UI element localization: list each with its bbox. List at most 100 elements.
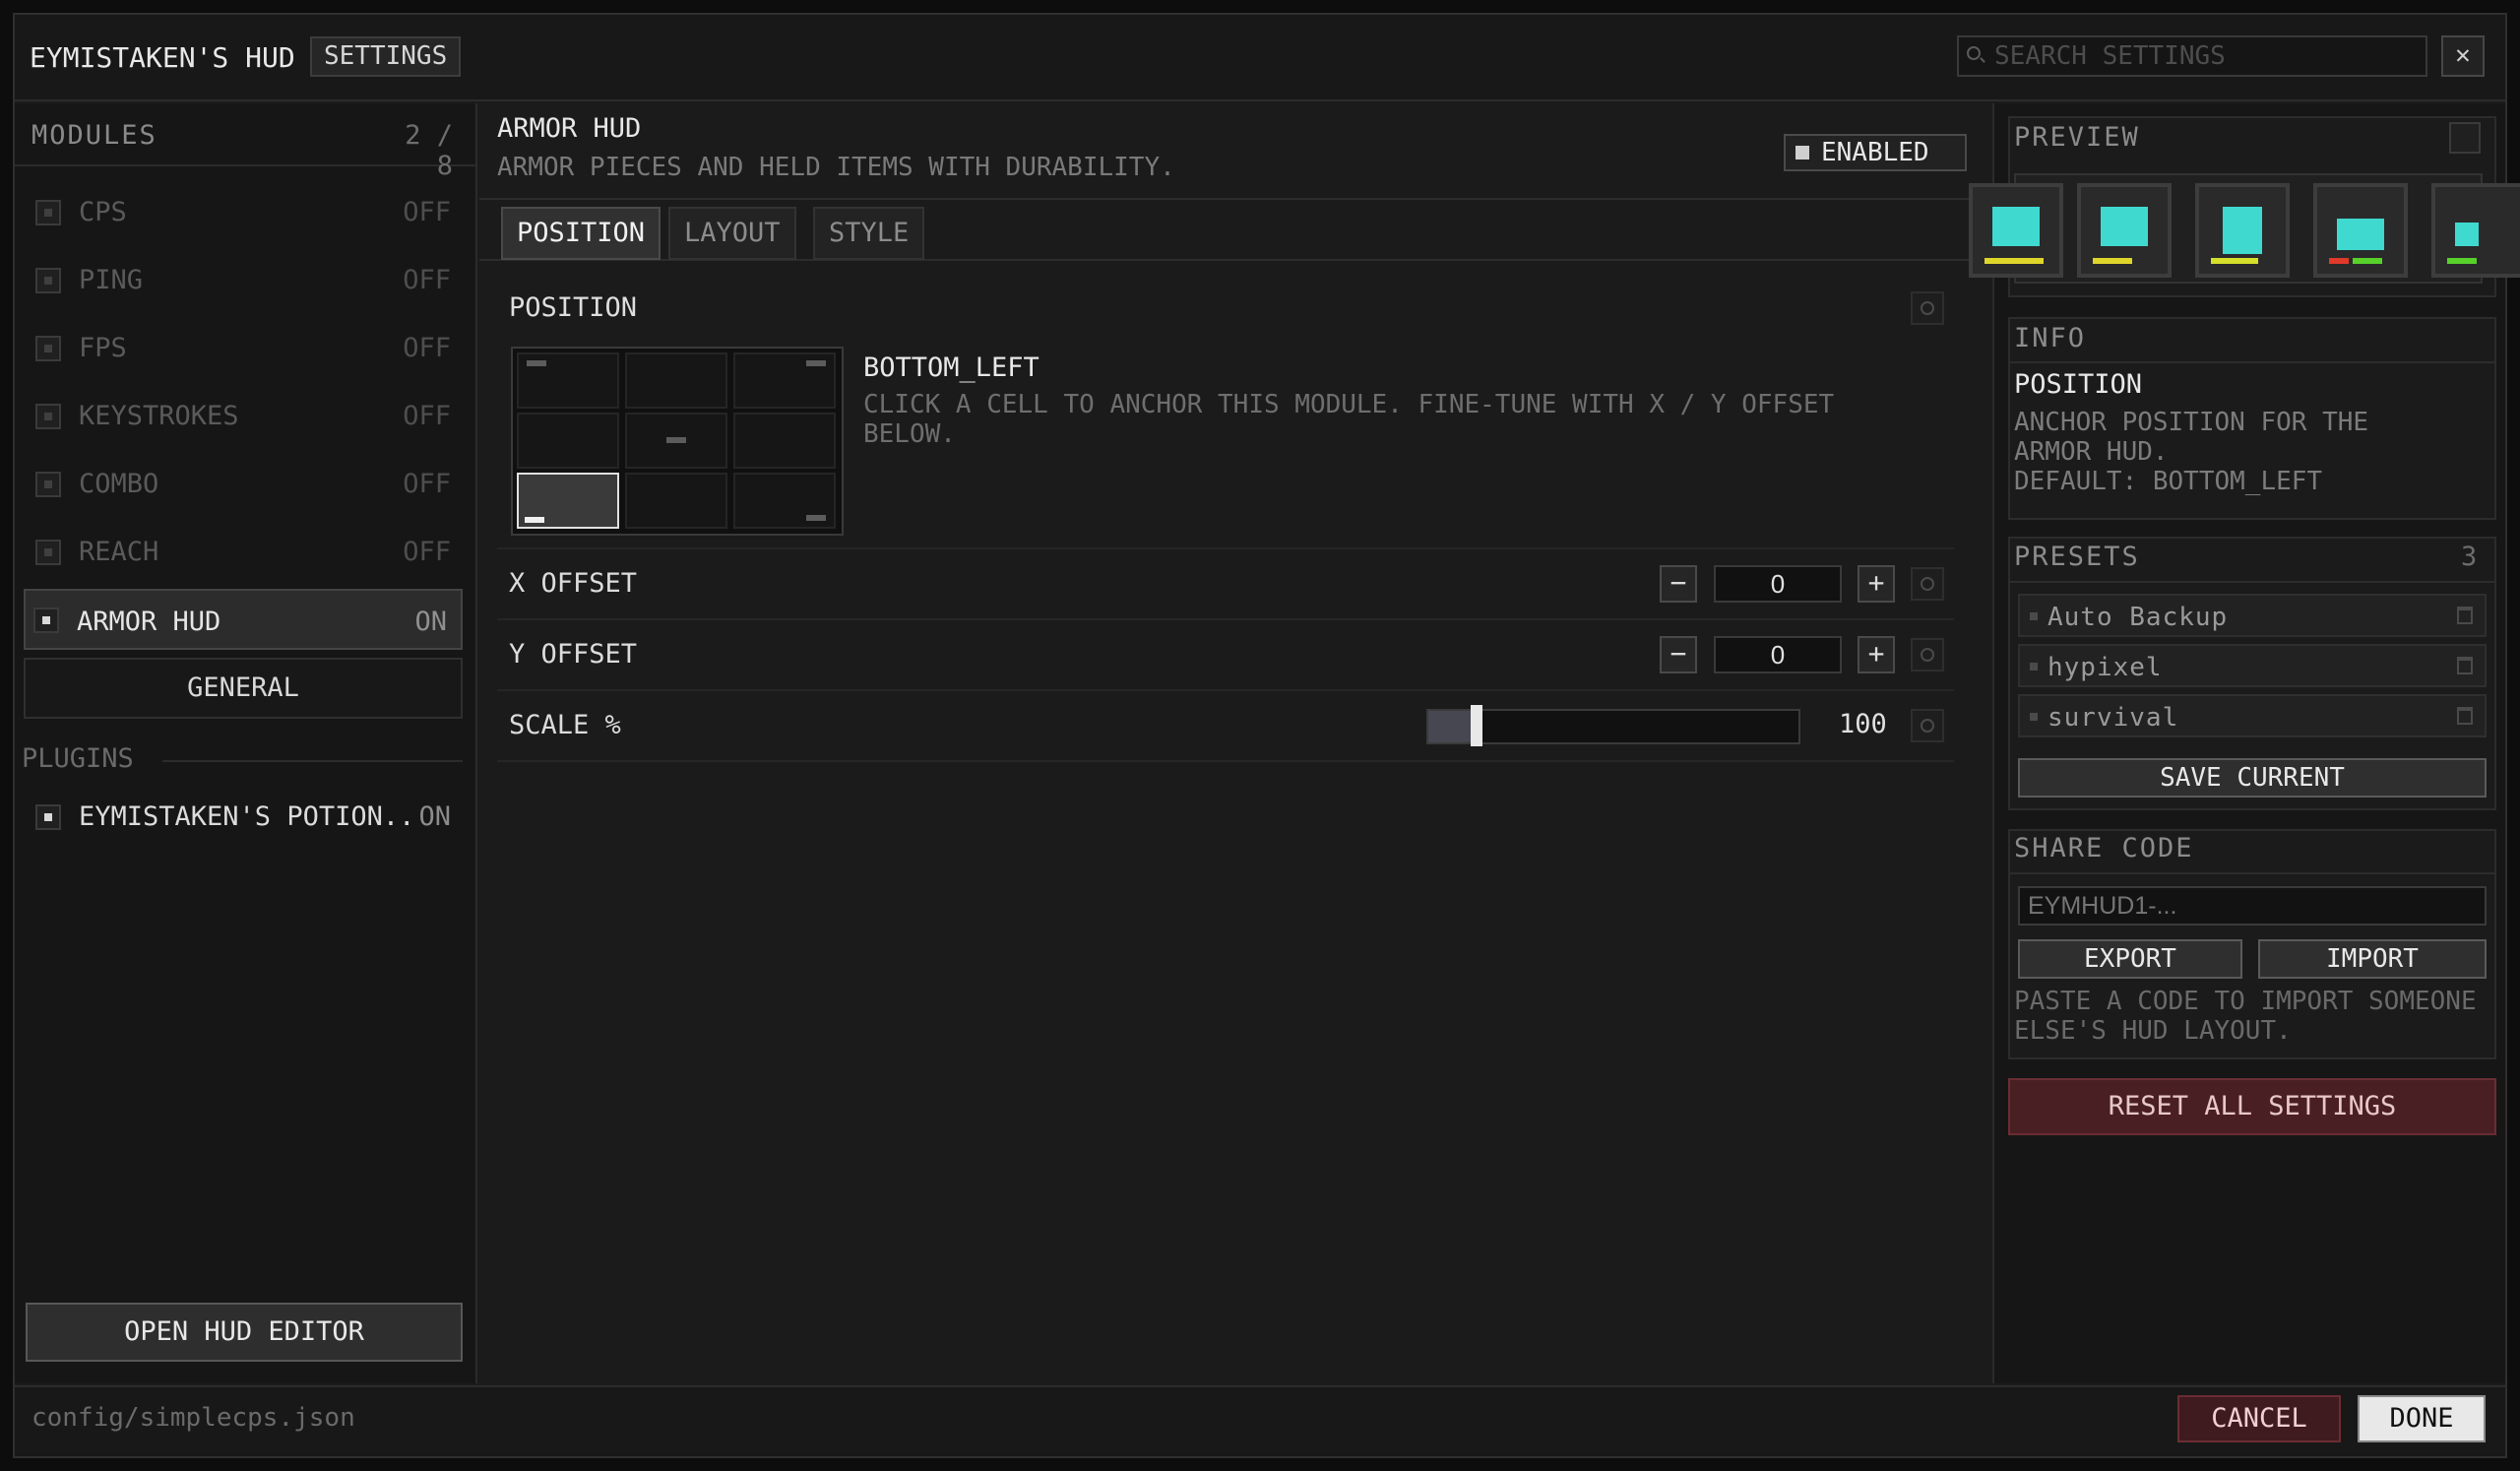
reset-position-icon[interactable] (1911, 291, 1944, 325)
anchor-cell-top-right[interactable] (733, 352, 836, 409)
divider (497, 760, 1954, 762)
divider (497, 689, 1954, 691)
close-button[interactable]: ✕ (2441, 35, 2485, 77)
share-code-input[interactable] (2018, 886, 2487, 926)
module-checkbox[interactable] (35, 472, 61, 497)
x-offset-decrement-button[interactable]: − (1660, 565, 1697, 603)
tab-layout[interactable]: LAYOUT (668, 207, 796, 260)
anchor-cell-top-left[interactable] (517, 352, 619, 409)
search-input[interactable] (1994, 37, 2426, 75)
armor-icon (1992, 207, 2040, 246)
cancel-button[interactable]: CANCEL (2177, 1395, 2341, 1442)
preview-slot-chestplate (2077, 183, 2172, 278)
sidebar-item-cps[interactable]: CPS OFF (28, 183, 465, 238)
position-section-title: POSITION (509, 292, 638, 323)
plugins-divider (162, 760, 463, 762)
preset-item[interactable]: survival (2018, 694, 2487, 737)
sidebar-item-label: COMBO (79, 469, 159, 499)
chestplate-icon (2101, 207, 2148, 246)
app-title: EYMISTAKEN'S HUD (30, 41, 295, 74)
scale-value: 100 (1839, 709, 1887, 739)
sidebar-item-state: ON (414, 607, 447, 637)
sidebar-item-state: OFF (403, 197, 451, 227)
module-checkbox[interactable] (35, 404, 61, 429)
sidebar-item-armor-hud[interactable]: ARMOR HUD ON (24, 589, 463, 650)
sidebar-item-label: FPS (79, 333, 127, 363)
preset-item[interactable]: Auto Backup (2018, 594, 2487, 637)
anchor-cell-bottom-center[interactable] (625, 473, 727, 529)
presets-title: PRESETS (2014, 542, 2140, 572)
x-offset-label: X OFFSET (509, 568, 638, 599)
module-checkbox[interactable] (35, 540, 61, 565)
save-current-button[interactable]: SAVE CURRENT (2018, 758, 2487, 798)
trash-icon[interactable] (2457, 607, 2473, 624)
plugin-item-potion[interactable]: EYMISTAKEN'S POTION.. ON (28, 788, 465, 843)
export-button[interactable]: EXPORT (2018, 939, 2242, 979)
scale-slider[interactable] (1426, 705, 1800, 746)
share-code-title: SHARE CODE (2014, 833, 2194, 863)
import-button[interactable]: IMPORT (2258, 939, 2487, 979)
sidebar-item-fps[interactable]: FPS OFF (28, 319, 465, 374)
general-button[interactable]: GENERAL (24, 658, 463, 719)
sidebar-item-ping[interactable]: PING OFF (28, 251, 465, 306)
done-button[interactable]: DONE (2358, 1395, 2486, 1442)
info-description: ANCHOR POSITION FOR THE ARMOR HUD. (2014, 408, 2369, 467)
preview-slot-leggings (2195, 183, 2290, 278)
reset-scale-icon[interactable] (1911, 709, 1944, 742)
reset-y-offset-icon[interactable] (1911, 638, 1944, 672)
search-box[interactable] (1957, 35, 2427, 77)
anchor-cell-middle-right[interactable] (733, 413, 836, 469)
sidebar-item-label: KEYSTROKES (79, 401, 239, 431)
enabled-toggle[interactable]: ENABLED (1784, 134, 1967, 171)
sword-icon (2455, 223, 2479, 246)
modules-title: MODULES (32, 120, 158, 151)
plugin-item-state: ON (418, 801, 451, 832)
module-checkbox[interactable] (33, 608, 59, 633)
reset-all-settings-button[interactable]: RESET ALL SETTINGS (2008, 1078, 2496, 1135)
armor-preview (1969, 173, 2520, 284)
tab-position[interactable]: POSITION (501, 207, 662, 260)
sidebar-item-reach[interactable]: REACH OFF (28, 523, 465, 578)
settings-tag: SETTINGS (310, 36, 462, 77)
module-header (479, 103, 1990, 200)
reset-x-offset-icon[interactable] (1911, 567, 1944, 601)
preset-name: Auto Backup (2048, 603, 2229, 632)
anchor-cell-bottom-right[interactable] (733, 473, 836, 529)
preset-name: survival (2048, 703, 2179, 733)
tab-style[interactable]: STYLE (813, 207, 925, 260)
y-offset-decrement-button[interactable]: − (1660, 636, 1697, 673)
open-hud-editor-button[interactable]: OPEN HUD EDITOR (26, 1303, 463, 1362)
sidebar-item-combo[interactable]: COMBO OFF (28, 455, 465, 510)
anchor-cell-middle-left[interactable] (517, 413, 619, 469)
info-heading: POSITION (2014, 369, 2143, 400)
x-offset-input[interactable] (1714, 565, 1842, 603)
anchor-cell-bottom-left[interactable] (517, 473, 619, 529)
info-text: ANCHOR POSITION FOR THE ARMOR HUD. DEFAU… (2014, 408, 2457, 496)
y-offset-input[interactable] (1714, 636, 1842, 673)
x-offset-increment-button[interactable]: + (1858, 565, 1895, 603)
module-name: ARMOR HUD (497, 113, 642, 144)
anchor-cell-center[interactable] (625, 413, 727, 469)
plugin-item-label: EYMISTAKEN'S POTION.. (79, 801, 415, 832)
enabled-indicator (1796, 146, 1809, 160)
preset-item[interactable]: hypixel (2018, 644, 2487, 687)
divider (2008, 872, 2496, 874)
scale-slider-thumb[interactable] (1471, 705, 1482, 746)
trash-icon[interactable] (2457, 657, 2473, 674)
module-checkbox[interactable] (35, 268, 61, 293)
modules-count: 2 / 8 (405, 120, 453, 181)
preview-slot (1969, 183, 2063, 278)
search-icon (1967, 46, 1981, 60)
module-checkbox[interactable] (35, 336, 61, 361)
sidebar-item-keystrokes[interactable]: KEYSTROKES OFF (28, 387, 465, 442)
plugin-checkbox[interactable] (35, 804, 61, 830)
expand-icon[interactable] (2449, 122, 2481, 154)
divider (2008, 581, 2496, 583)
module-checkbox[interactable] (35, 200, 61, 225)
y-offset-increment-button[interactable]: + (1858, 636, 1895, 673)
anchor-cell-top-center[interactable] (625, 352, 727, 409)
anchor-help-text: CLICK A CELL TO ANCHOR THIS MODULE. FINE… (863, 390, 1835, 449)
sidebar-item-state: OFF (403, 537, 451, 567)
boots-icon (2337, 219, 2384, 250)
trash-icon[interactable] (2457, 707, 2473, 725)
